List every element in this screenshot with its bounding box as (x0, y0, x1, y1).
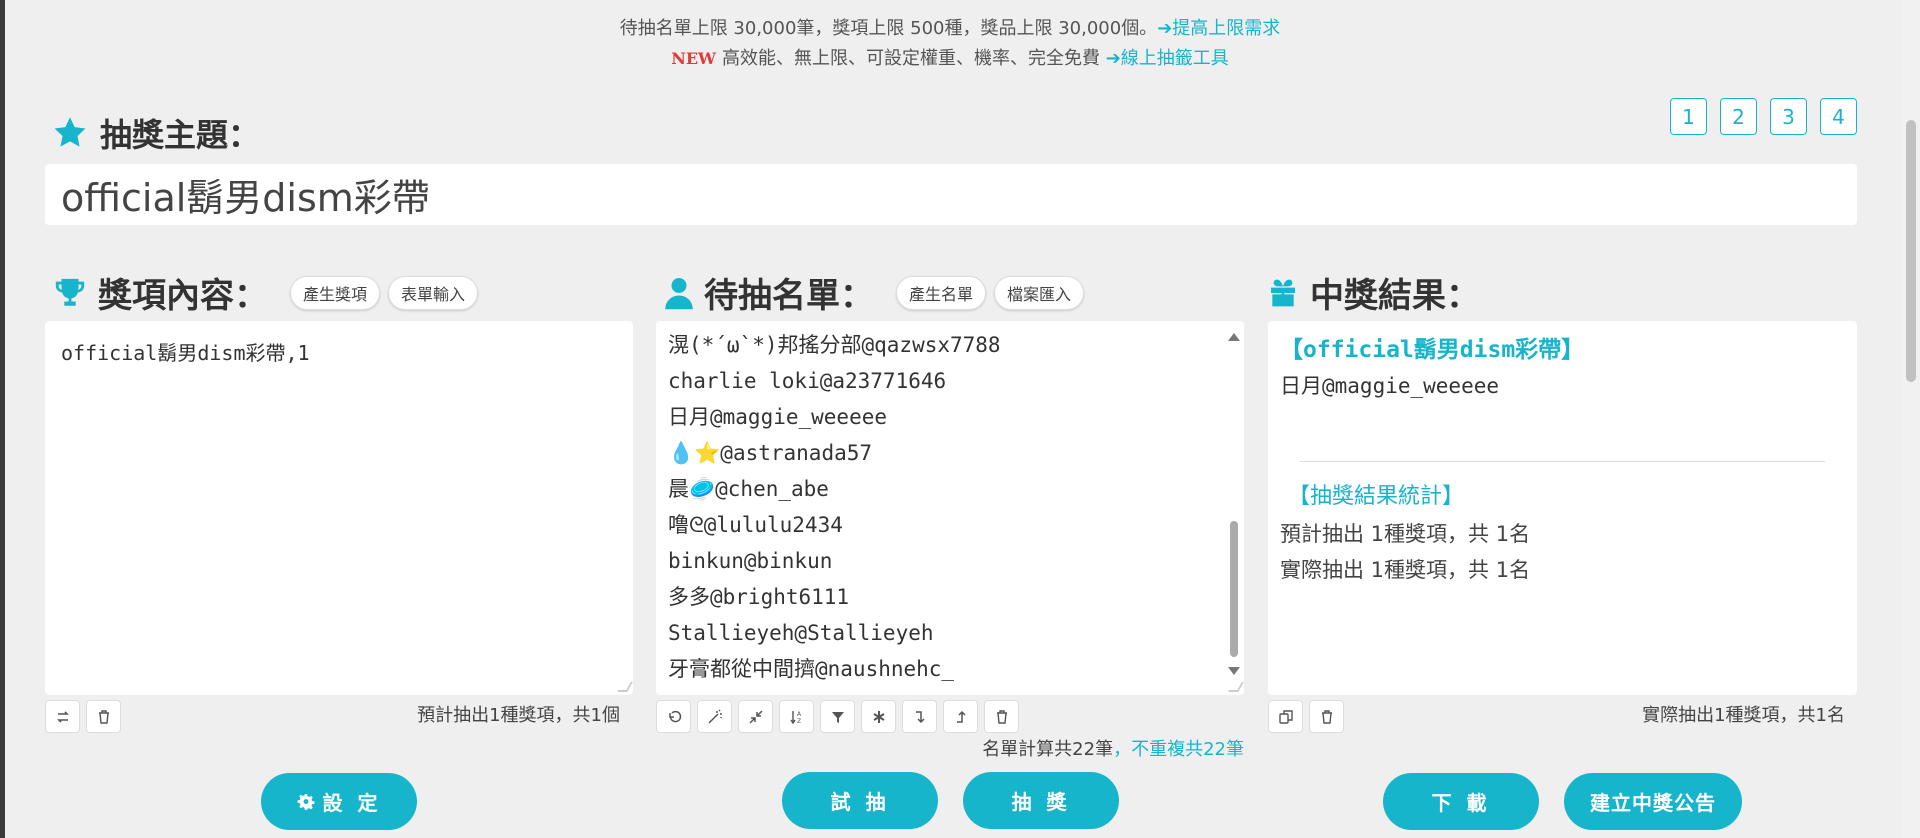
prize-header: 獎項內容： 產生獎項 表單輸入 (52, 268, 479, 317)
prize-title: 獎項內容： (98, 276, 268, 316)
prize-toolbar (45, 700, 121, 733)
name-line: charlie loki@a23771646 (668, 369, 947, 393)
form-input-button[interactable]: 表單輸入 (388, 275, 479, 310)
name-line: Stallieyeh@Stallieyeh (668, 621, 934, 645)
svg-text:Z: Z (797, 718, 801, 725)
name-line: 日月@maggie_weeeee (668, 405, 888, 429)
compress-icon[interactable] (738, 700, 773, 733)
prize-textarea[interactable]: official鬍男dism彩帶,1 (45, 321, 633, 695)
gear-icon (297, 793, 314, 810)
notice-text-1: 待抽名單上限 30,000筆，獎項上限 500種，獎品上限 30,000個。 (619, 18, 1158, 39)
name-line: 晨🥏@chen_abe (668, 477, 829, 501)
settings-label: 設 定 (322, 791, 382, 815)
result-toolbar (1268, 700, 1344, 733)
names-scrollbar[interactable] (1228, 331, 1240, 687)
page-2-button[interactable]: 2 (1720, 98, 1757, 135)
notice-line-2: NEW 高效能、無上限、可設定權重、機率、完全免費 ➔線上抽籤工具 (0, 44, 1900, 74)
result-panel: 【official鬍男dism彩帶】 日月@maggie_weeeee 【抽獎結… (1268, 321, 1857, 695)
settings-button[interactable]: 設 定 (261, 773, 417, 830)
trash-icon[interactable] (984, 700, 1019, 733)
result-header: 中獎結果： (1266, 268, 1480, 317)
trial-draw-button[interactable]: 試 抽 (782, 772, 938, 829)
names-header: 待抽名單： 產生名單 檔案匯入 (664, 268, 1085, 317)
create-announcement-button[interactable]: 建立中獎公告 (1564, 773, 1742, 830)
result-prize-title: 【official鬍男dism彩帶】 (1280, 337, 1585, 363)
page-3-button[interactable]: 3 (1770, 98, 1807, 135)
divider (1300, 461, 1825, 462)
notice-banner: 待抽名單上限 30,000筆，獎項上限 500種，獎品上限 30,000個。➔提… (0, 14, 1900, 74)
sort-az-icon[interactable]: AZ (779, 700, 814, 733)
topic-heading: 抽獎主題： (52, 110, 260, 156)
name-line: 滉(*´ω`*)邦搖分部@qazwsx7788 (668, 333, 1001, 357)
star-icon (54, 117, 86, 147)
gift-icon (1271, 279, 1295, 306)
name-line: binkun@binkun (668, 549, 833, 573)
user-icon (665, 277, 693, 309)
trash-icon[interactable] (1309, 700, 1344, 733)
new-badge: NEW (671, 49, 716, 68)
magic-wand-icon[interactable] (697, 700, 732, 733)
names-textarea[interactable]: 滉(*´ω`*)邦搖分部@qazwsx7788 charlie loki@a23… (656, 321, 1244, 695)
trash-icon[interactable] (86, 700, 121, 733)
names-toolbar: AZ (656, 700, 1019, 733)
stats-title: 【抽獎結果統計】 (1288, 484, 1465, 509)
scroll-thumb[interactable] (1230, 521, 1238, 657)
page-scrollbar[interactable] (1902, 0, 1920, 838)
online-lottery-link[interactable]: ➔線上抽籤工具 (1106, 48, 1229, 69)
page-scroll-thumb[interactable] (1906, 120, 1916, 382)
stat-actual: 實際抽出 1種獎項，共 1名 (1280, 558, 1531, 582)
page-1-button[interactable]: 1 (1670, 98, 1707, 135)
stat-expected: 預計抽出 1種獎項，共 1名 (1280, 522, 1531, 546)
undo-icon[interactable] (656, 700, 691, 733)
trophy-icon (55, 278, 85, 306)
name-line: 噜ᘓ@lululu2434 (668, 513, 843, 537)
draw-button[interactable]: 抽 獎 (963, 772, 1119, 829)
name-line: 💧⭐@astranada57 (668, 441, 873, 465)
generate-list-button[interactable]: 產生名單 (896, 275, 987, 310)
raise-limit-link[interactable]: ➔提高上限需求 (1157, 18, 1280, 39)
names-title: 待抽名單： (704, 276, 874, 316)
notice-text-2: 高效能、無上限、可設定權重、機率、完全免費 (721, 48, 1100, 69)
result-winner: 日月@maggie_weeeee (1280, 374, 1500, 398)
window-left-edge (0, 0, 5, 838)
file-import-button[interactable]: 檔案匯入 (994, 275, 1085, 310)
swap-icon[interactable] (45, 700, 80, 733)
result-summary: 實際抽出1種獎項，共1名 (1642, 705, 1845, 726)
names-dedupe-count: ，不重複共22筆 (1113, 739, 1244, 760)
level-up-icon[interactable] (943, 700, 978, 733)
topic-input[interactable] (45, 164, 1857, 225)
result-title: 中獎結果： (1310, 276, 1480, 316)
topic-label: 抽獎主題： (100, 116, 261, 154)
copy-icon[interactable] (1268, 700, 1303, 733)
names-summary: 名單計算共22筆，不重複共22筆 (870, 737, 1244, 763)
page-4-button[interactable]: 4 (1820, 98, 1857, 135)
filter-icon[interactable] (820, 700, 855, 733)
notice-line-1: 待抽名單上限 30,000筆，獎項上限 500種，獎品上限 30,000個。➔提… (0, 14, 1900, 44)
scroll-up-icon[interactable] (1228, 333, 1240, 341)
asterisk-icon[interactable] (861, 700, 896, 733)
names-count: 名單計算共22筆 (982, 739, 1114, 760)
page-nav: 1 2 3 4 (1670, 98, 1857, 135)
name-line: 牙膏都從中間擠@naushnehc_ (668, 657, 955, 681)
download-button[interactable]: 下 載 (1383, 773, 1539, 830)
svg-text:A: A (797, 711, 802, 718)
prize-content: official鬍男dism彩帶,1 (61, 341, 310, 365)
name-line: 多多@bright6111 (668, 585, 850, 609)
level-down-icon[interactable] (902, 700, 937, 733)
prize-summary: 預計抽出1種獎項，共1個 (417, 705, 620, 726)
generate-prize-button[interactable]: 產生獎項 (290, 275, 381, 310)
scroll-down-icon[interactable] (1228, 667, 1240, 675)
resize-handle[interactable] (617, 682, 633, 692)
names-list: 滉(*´ω`*)邦搖分部@qazwsx7788 charlie loki@a23… (656, 321, 1244, 687)
